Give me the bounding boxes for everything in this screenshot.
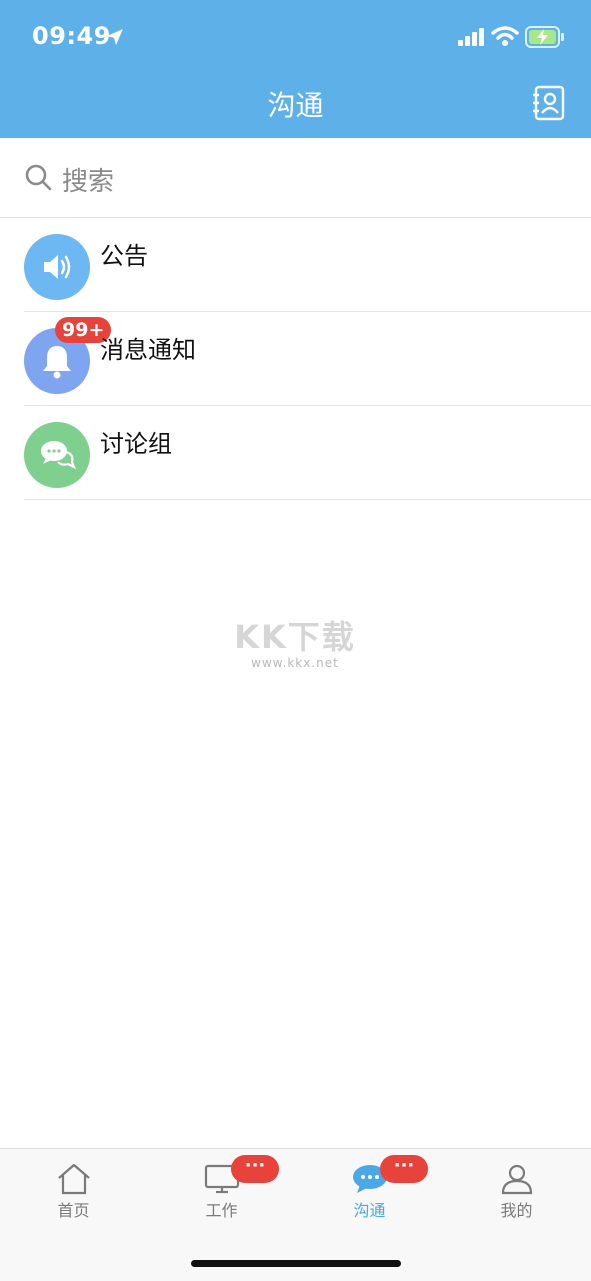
tab-work[interactable]: ··· 工作: [148, 1149, 295, 1229]
speaker-icon: [24, 234, 90, 300]
person-icon: [501, 1164, 533, 1195]
battery-charging-icon: [525, 26, 564, 48]
tab-label: 我的: [500, 1201, 533, 1220]
watermark: KK下载 www.kkx.net: [210, 612, 380, 670]
search-icon: [25, 164, 52, 191]
tab-badge: ···: [380, 1155, 428, 1183]
status-time: 09:49: [32, 22, 111, 50]
cellular-signal-icon: [458, 28, 484, 46]
tab-label: 工作: [205, 1201, 238, 1220]
tab-label: 首页: [57, 1201, 90, 1220]
status-bar: 09:49: [0, 0, 591, 76]
watermark-logo: KK下载: [234, 618, 356, 656]
tab-communication[interactable]: ··· 沟通: [296, 1149, 443, 1229]
location-arrow-icon: [107, 29, 123, 45]
list-item-label: 公告: [100, 242, 148, 270]
list-item-label: 讨论组: [100, 430, 172, 458]
page-title: 沟通: [267, 89, 324, 122]
home-indicator[interactable]: [191, 1260, 401, 1267]
list-item-discussion-group[interactable]: 讨论组: [0, 406, 591, 500]
list-item-label: 消息通知: [100, 336, 196, 364]
header: 09:49 沟通: [0, 0, 591, 138]
watermark-url: www.kkx.net: [251, 656, 339, 670]
chat-bubbles-icon: [24, 422, 90, 488]
list-item-announcement[interactable]: 公告: [0, 218, 591, 312]
address-book-icon[interactable]: [532, 85, 566, 121]
tab-badge: ···: [231, 1155, 279, 1183]
search-bar[interactable]: 搜索: [0, 139, 591, 218]
tab-label: 沟通: [353, 1201, 386, 1220]
search-placeholder: 搜索: [62, 167, 115, 197]
tab-mine[interactable]: 我的: [443, 1149, 590, 1229]
divider: [24, 499, 591, 500]
tab-home[interactable]: 首页: [0, 1149, 147, 1229]
list-item-notifications[interactable]: 99+ 消息通知: [0, 312, 591, 406]
home-icon: [58, 1163, 90, 1195]
wifi-icon: [491, 26, 519, 46]
